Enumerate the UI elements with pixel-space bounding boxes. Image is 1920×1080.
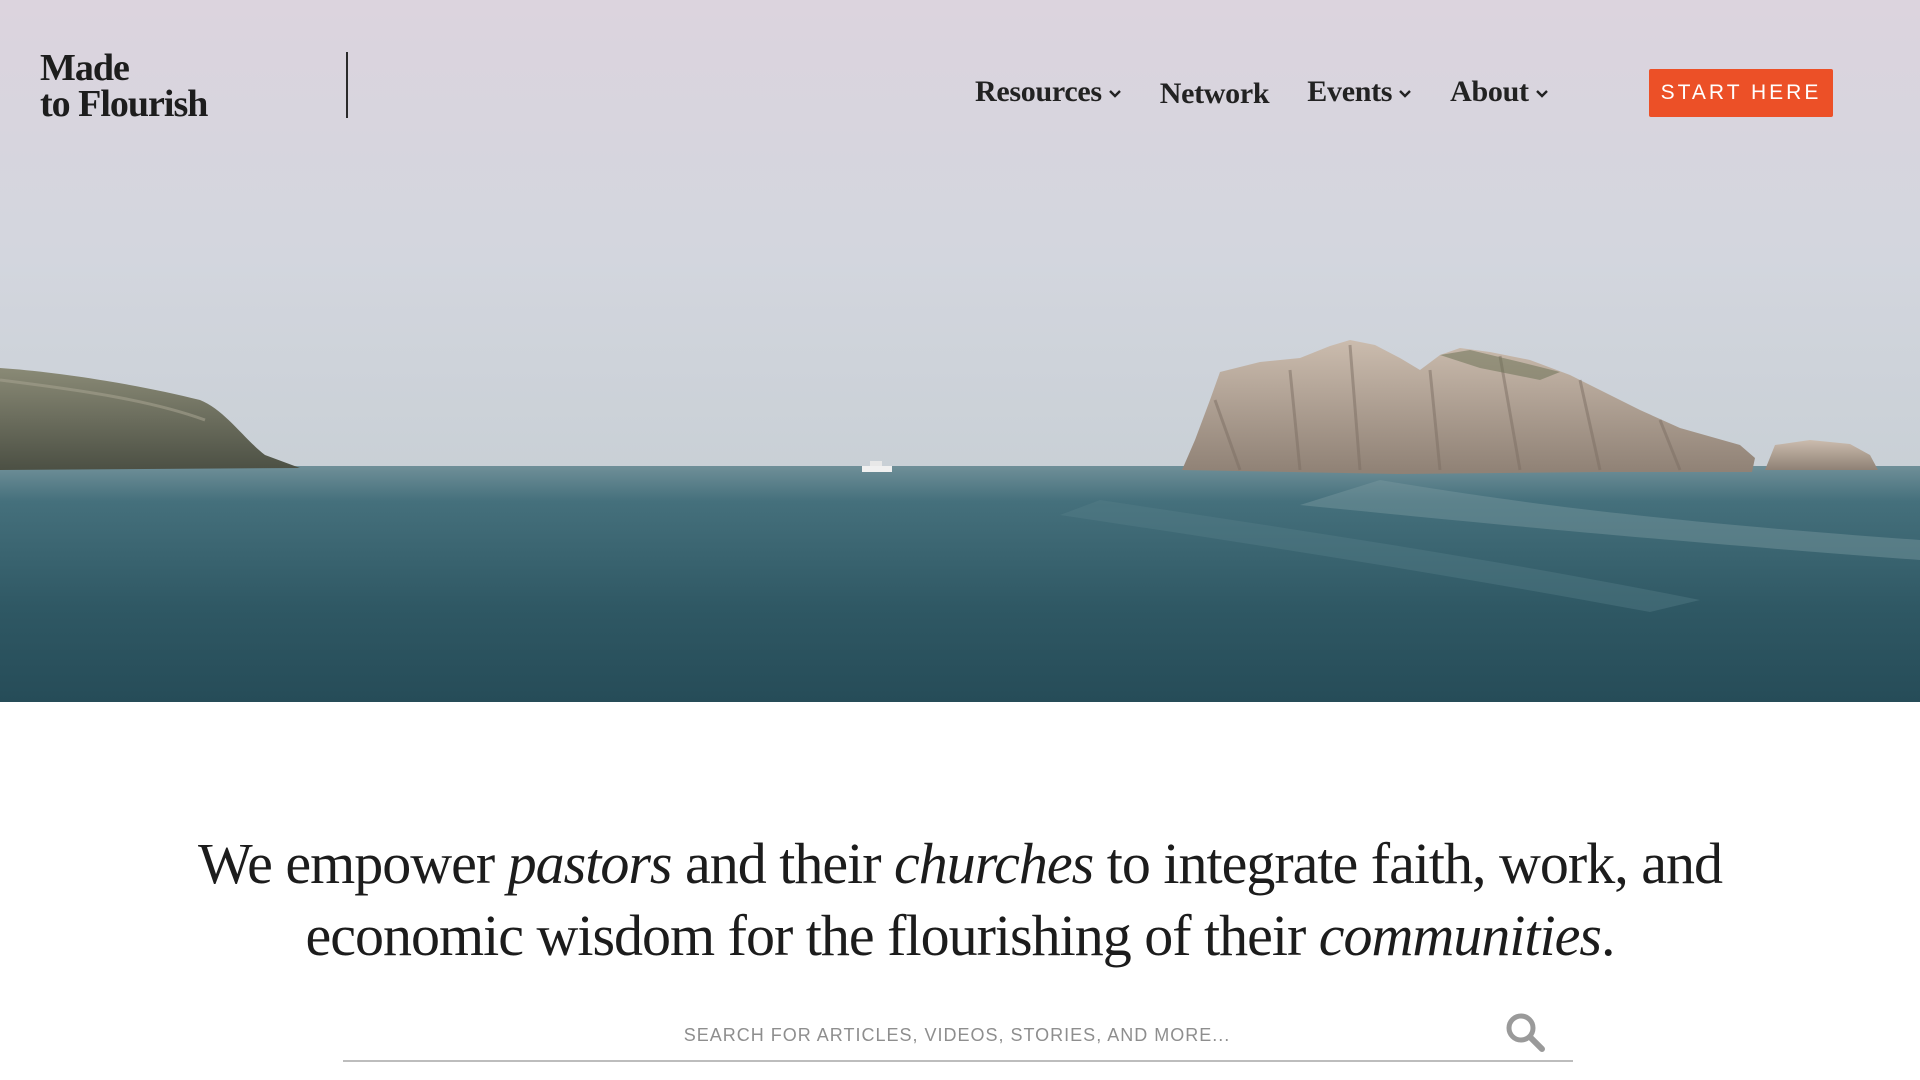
- nav-item-label: Network: [1159, 77, 1270, 110]
- site-header: Made to Flourish Resources Network Event…: [0, 0, 1920, 180]
- nav-item-events[interactable]: Events: [1307, 75, 1412, 109]
- mission-text: We empower: [198, 831, 508, 896]
- nav-item-label: About: [1450, 75, 1529, 108]
- mission-emphasis-pastors: pastors: [507, 831, 673, 896]
- mission-text: and their: [671, 831, 895, 896]
- search-icon[interactable]: [1503, 1010, 1547, 1054]
- nav-item-label: Events: [1307, 75, 1393, 108]
- mission-text: .: [1600, 903, 1615, 968]
- mission-emphasis-communities: communities: [1318, 903, 1602, 968]
- mission-emphasis-churches: churches: [894, 831, 1094, 896]
- main-nav: Resources Network Events About: [975, 68, 1587, 116]
- logo[interactable]: Made to Flourish: [40, 47, 240, 125]
- chevron-down-icon: [1535, 90, 1548, 98]
- start-here-button[interactable]: START HERE: [1649, 69, 1833, 117]
- logo-line-2: to Flourish: [40, 83, 208, 125]
- nav-item-resources[interactable]: Resources: [975, 75, 1122, 109]
- nav-item-about[interactable]: About: [1450, 75, 1549, 109]
- search-bar: [343, 1010, 1573, 1062]
- nav-item-network[interactable]: Network: [1160, 73, 1270, 111]
- logo-divider: [346, 52, 348, 118]
- chevron-down-icon: [1399, 90, 1412, 98]
- nav-item-label: Resources: [975, 75, 1102, 108]
- chevron-down-icon: [1108, 90, 1121, 98]
- mission-statement: We empower pastors and their churches to…: [160, 828, 1760, 972]
- page: Made to Flourish Resources Network Event…: [0, 0, 1920, 1080]
- logo-line-1: Made: [40, 47, 130, 89]
- search-input[interactable]: [343, 1010, 1493, 1060]
